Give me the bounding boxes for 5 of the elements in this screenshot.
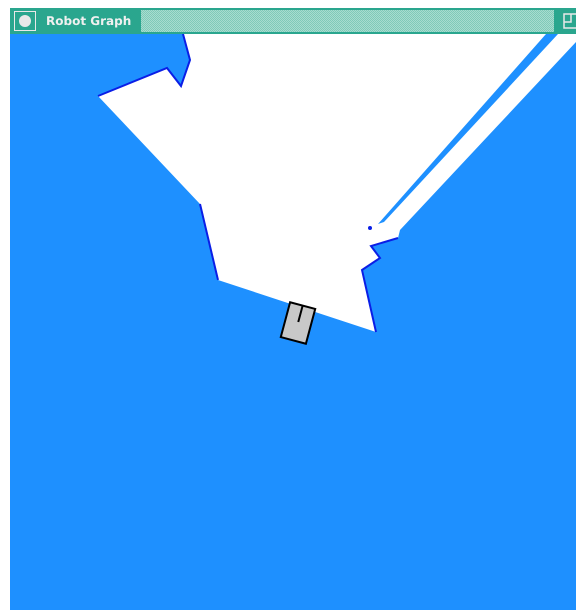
window-menu-button[interactable] [14,11,36,31]
window-title: Robot Graph [45,14,132,28]
title-bar-drag-area[interactable] [141,10,554,32]
circle-icon [18,14,32,28]
maximize-icon [563,13,576,29]
